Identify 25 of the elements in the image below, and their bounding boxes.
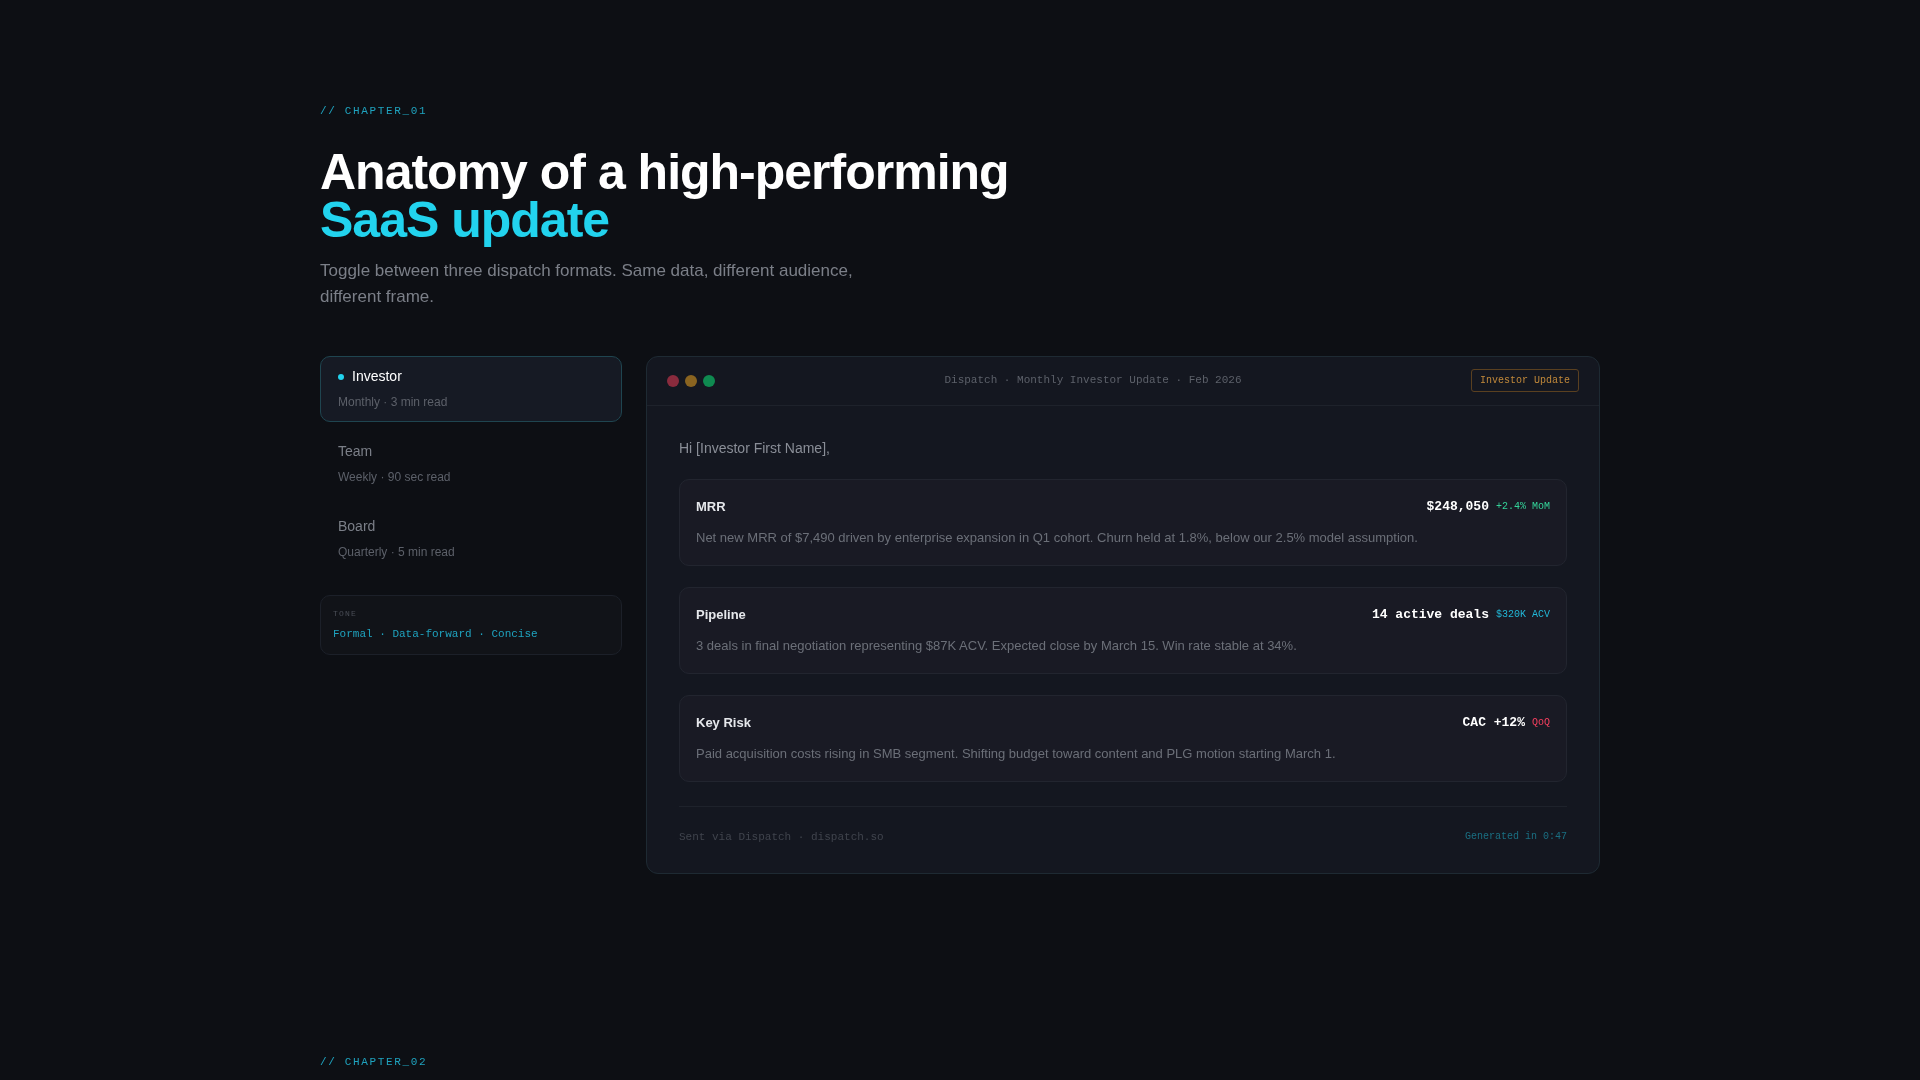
tone-label: TONE [333, 607, 358, 620]
window-controls-icon [667, 374, 715, 387]
metric-value: $248,050 [1426, 497, 1489, 516]
page-subtitle: Toggle between three dispatch formats. Same data, different audience, different frame. [320, 259, 854, 308]
metric-label: MRR [696, 497, 726, 516]
format-tab[interactable]: Board Quarterly · 5 min read [320, 505, 622, 572]
metric-note: 3 deals in final negotiation representing $87K ACV. Expected close by March 15. Win rate stable at 34%. [696, 637, 1298, 655]
format-tab[interactable]: Team Weekly · 90 sec read [320, 430, 622, 497]
metric-label: Key Risk [696, 713, 751, 732]
window-title: Dispatch · Monthly Investor Update · Feb 2026 [944, 373, 1242, 389]
metric-delta: $320K ACV [1496, 607, 1550, 622]
metric-note: Paid acquisition costs rising in SMB segment. Shifting budget toward content and PLG motion starting March 1. [696, 745, 1337, 763]
chapter-label: // CHAPTER_01 [320, 104, 428, 119]
tone-value: Formal · Data-forward · Concise [333, 626, 539, 642]
greeting-text: Hi [Investor First Name], [679, 438, 831, 458]
metric-delta: +2.4% MoM [1496, 499, 1550, 514]
metric-value: CAC +12% [1462, 713, 1525, 732]
metric-delta: QoQ [1532, 715, 1550, 730]
metric-note: Net new MRR of $7,490 driven by enterprise expansion in Q1 cohort. Churn held at 1.8%, below our 2.5% model assumption. [696, 529, 1419, 547]
generated-time: Generated in 0:47 [1464, 830, 1567, 845]
metric-label: Pipeline [696, 605, 746, 624]
metric-value: 14 active deals [1371, 605, 1489, 624]
chapter-label: // CHAPTER_02 [320, 1054, 428, 1070]
format-badge: Investor Update [1471, 369, 1579, 392]
format-tab[interactable]: Investor Monthly · 3 min read [320, 355, 622, 422]
